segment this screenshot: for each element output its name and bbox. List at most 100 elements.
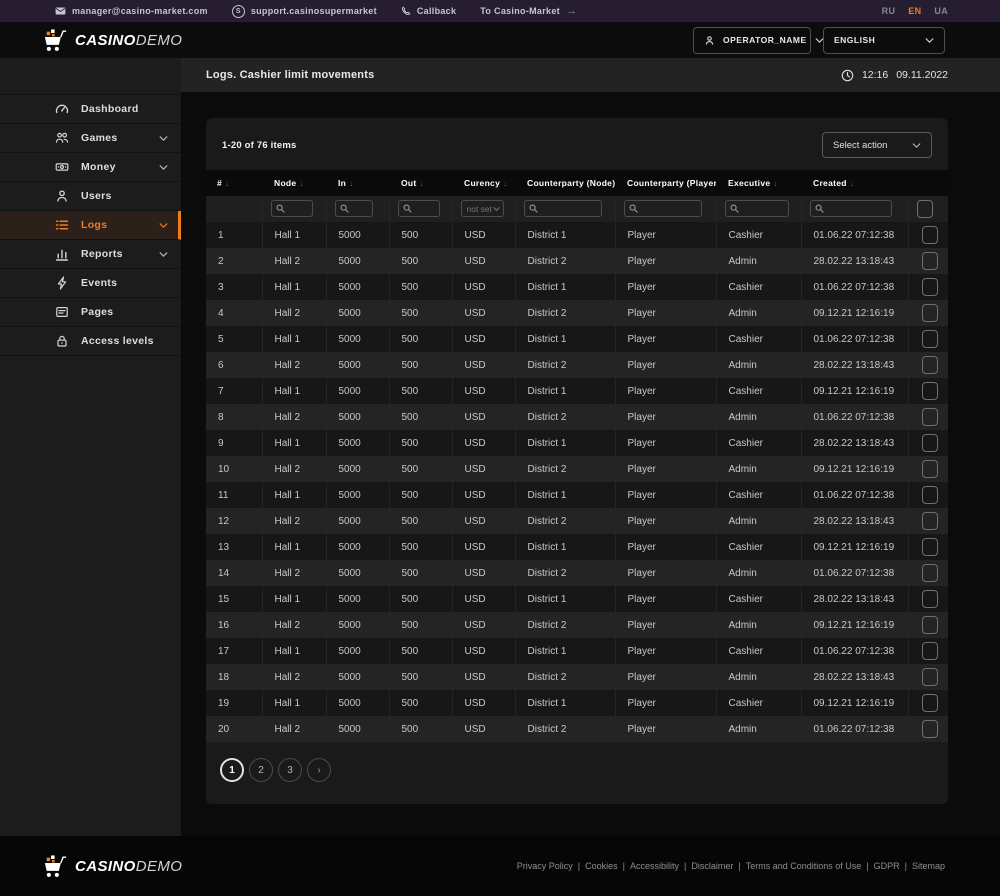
row-checkbox[interactable] [922,252,938,270]
lang-ua[interactable]: UA [934,6,948,16]
executive-filter-input[interactable] [743,204,784,214]
created-filter-input[interactable] [828,204,887,214]
filter-row: not set [206,196,948,222]
row-checkbox[interactable] [922,486,938,504]
column-header-counterparty-player[interactable]: Counterparty (Player)↓ [615,170,716,196]
cell-created: 09.12.21 12:16:19 [801,612,908,638]
footer-link-terms-and-conditions-of-use[interactable]: Terms and Conditions of Use [746,861,862,871]
column-header-executive[interactable]: Executive↓ [716,170,801,196]
in-filter [335,200,373,217]
row-checkbox[interactable] [922,720,938,738]
cell-cp-player: Player [615,248,716,274]
footer-link-gdpr[interactable]: GDPR [874,861,900,871]
sidebar-item-games[interactable]: Games [0,124,181,153]
row-checkbox[interactable] [922,330,938,348]
out-filter-input[interactable] [416,204,435,214]
cell-in: 5000 [326,430,389,456]
cell-num: 7 [206,378,262,404]
cell-currency: USD [452,586,515,612]
row-checkbox[interactable] [922,382,938,400]
lang-ru[interactable]: RU [882,6,896,16]
column-header-counterparty-node[interactable]: Counterparty (Node)↓ [515,170,615,196]
footer-link-privacy-policy[interactable]: Privacy Policy [517,861,573,871]
to-casino-market-link[interactable]: To Casino-Market → [480,5,577,17]
cell-in: 5000 [326,560,389,586]
cell-in: 5000 [326,352,389,378]
row-checkbox[interactable] [922,460,938,478]
sidebar-item-money[interactable]: Money [0,153,181,182]
sidebar-item-logs[interactable]: Logs [0,211,181,240]
table-row: 4Hall 25000500USDDistrict 2PlayerAdmin09… [206,300,948,326]
row-checkbox[interactable] [922,538,938,556]
sidebar-item-events[interactable]: Events [0,269,181,298]
row-checkbox[interactable] [922,564,938,582]
counterparty-node-filter-input[interactable] [542,204,597,214]
callback-link[interactable]: Callback [401,6,456,16]
cell-in: 5000 [326,404,389,430]
row-checkbox[interactable] [922,616,938,634]
row-checkbox[interactable] [922,642,938,660]
skype-icon: S [232,5,245,18]
sidebar-item-pages[interactable]: Pages [0,298,181,327]
row-checkbox[interactable] [922,408,938,426]
table-row: 8Hall 25000500USDDistrict 2PlayerAdmin01… [206,404,948,430]
row-checkbox[interactable] [922,356,938,374]
search-icon [340,204,349,213]
row-checkbox[interactable] [922,434,938,452]
footer-link-accessibility[interactable]: Accessibility [630,861,679,871]
table-row: 14Hall 25000500USDDistrict 2PlayerAdmin0… [206,560,948,586]
row-checkbox[interactable] [922,590,938,608]
currency-filter-select[interactable]: not set [461,200,504,217]
column-header-created[interactable]: Created↓ [801,170,908,196]
footer-link-disclaimer[interactable]: Disclaimer [691,861,733,871]
cell-executive: Cashier [716,222,801,248]
column-header-curency[interactable]: Curency↓ [452,170,515,196]
node-filter-input[interactable] [289,204,308,214]
support-link[interactable]: S support.casinosupermarket [232,5,377,18]
cell-cp-node: District 1 [515,274,615,300]
cell-in: 5000 [326,586,389,612]
sidebar-item-access-levels[interactable]: Access levels [0,327,181,356]
column-header-[interactable]: #↓ [206,170,262,196]
footer-link-sitemap[interactable]: Sitemap [912,861,945,871]
column-header-in[interactable]: In↓ [326,170,389,196]
row-checkbox[interactable] [922,512,938,530]
row-checkbox[interactable] [922,304,938,322]
chevron-down-icon [159,136,168,141]
row-checkbox[interactable] [922,694,938,712]
select-action-dropdown[interactable]: Select action [822,132,932,158]
footer-link-cookies[interactable]: Cookies [585,861,618,871]
row-checkbox[interactable] [922,278,938,296]
lang-en[interactable]: EN [908,6,921,16]
footer-logo[interactable]: CASINODEMO [42,855,182,878]
column-header-out[interactable]: Out↓ [389,170,452,196]
main-area: Logs. Cashier limit movements 12:16 09.1… [181,58,1000,836]
sidebar-item-reports[interactable]: Reports [0,240,181,269]
language-select[interactable]: ENGLISH [823,27,945,54]
sidebar-item-dashboard[interactable]: Dashboard [0,95,181,124]
cell-node: Hall 1 [262,638,326,664]
cell-num: 13 [206,534,262,560]
table-header-row: #↓Node↓In↓Out↓Curency↓Counterparty (Node… [206,170,948,196]
dashboard-icon [55,102,70,116]
next-page-button[interactable]: › [307,758,331,782]
link-separator: | [684,861,686,871]
row-checkbox[interactable] [922,226,938,244]
table-row: 13Hall 15000500USDDistrict 1PlayerCashie… [206,534,948,560]
email-link[interactable]: manager@casino-market.com [55,6,208,16]
column-header-node[interactable]: Node↓ [262,170,326,196]
in-filter-input[interactable] [353,204,368,214]
cell-currency: USD [452,378,515,404]
page-button-1[interactable]: 1 [220,758,244,782]
cell-cp-node: District 2 [515,300,615,326]
counterparty-player-filter-input[interactable] [642,204,697,214]
page-button-3[interactable]: 3 [278,758,302,782]
operator-select[interactable]: OPERATOR_NAME [693,27,811,54]
logo[interactable]: CASINODEMO [42,29,182,52]
table-row: 12Hall 25000500USDDistrict 2PlayerAdmin2… [206,508,948,534]
sidebar-item-label: Events [81,277,117,289]
select-all-checkbox[interactable] [917,200,933,218]
page-button-2[interactable]: 2 [249,758,273,782]
row-checkbox[interactable] [922,668,938,686]
sidebar-item-users[interactable]: Users [0,182,181,211]
